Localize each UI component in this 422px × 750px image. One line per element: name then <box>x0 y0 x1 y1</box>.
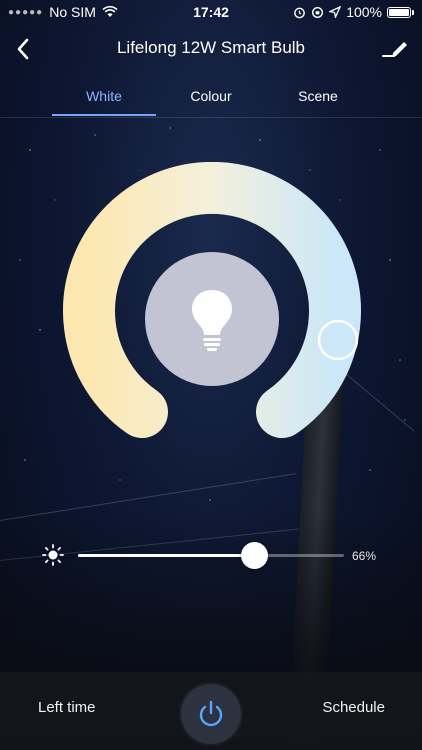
rotation-lock-icon <box>312 6 324 18</box>
light-bulb-icon <box>192 290 232 351</box>
edit-pen-icon[interactable] <box>380 34 410 64</box>
battery-percent: 100% <box>346 4 382 20</box>
power-button[interactable] <box>181 684 241 744</box>
battery-icon <box>387 6 411 18</box>
battery-tip <box>412 9 414 15</box>
schedule-button[interactable]: Schedule <box>322 699 385 716</box>
status-right: 100% <box>293 4 414 20</box>
power-icon <box>199 700 223 727</box>
alarm-icon <box>294 7 306 18</box>
brightness-thumb[interactable] <box>240 542 268 569</box>
tab-colour[interactable]: Colour <box>159 88 263 104</box>
active-tab-indicator <box>52 114 156 116</box>
location-arrow-icon <box>329 6 342 18</box>
brightness-fill <box>78 554 254 557</box>
left-time-button[interactable]: Left time <box>38 699 96 716</box>
mode-tabs: White Colour Scene <box>0 80 422 118</box>
brightness-sun-icon <box>42 544 64 566</box>
status-bar: ●●●●● No SIM 17:42 100% <box>0 0 422 24</box>
brightness-value: 66% <box>352 549 377 563</box>
tab-white[interactable]: White <box>52 88 156 104</box>
page-title: Lifelong 12W Smart Bulb <box>116 38 306 57</box>
tab-scene[interactable]: Scene <box>266 88 370 104</box>
brightness-track[interactable] <box>78 542 344 569</box>
brightness-control: 66% <box>0 538 422 574</box>
navigation-bar: Lifelong 12W Smart Bulb <box>0 28 422 68</box>
